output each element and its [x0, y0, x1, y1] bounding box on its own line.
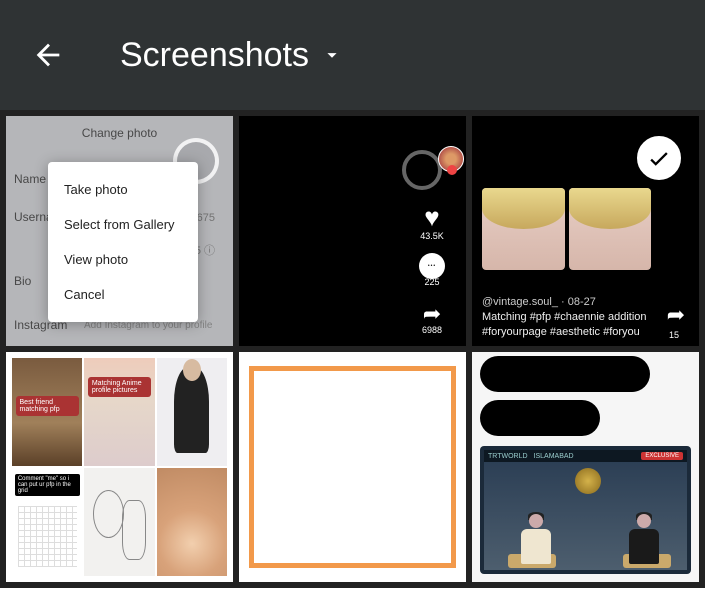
- t2-share-count: 6988: [412, 325, 452, 335]
- chevron-down-icon: [321, 44, 343, 66]
- folder-title: Screenshots: [120, 36, 309, 75]
- t4-cell-4: Comment "me" so i can put ur pfp in the …: [12, 468, 82, 576]
- t4-subgrid: Best friend matching pfp Matching Anime …: [12, 358, 227, 576]
- back-button[interactable]: [24, 31, 72, 79]
- thumbnail-2[interactable]: ♥ 43.5K ••• 225 ➦ 6988: [239, 116, 466, 346]
- thumbnail-3[interactable]: @vintage.soul_ · 08-27 Matching #pfp #ch…: [472, 116, 699, 346]
- person-icon: [521, 514, 551, 564]
- selection-check-icon: [637, 136, 681, 180]
- t1-menu-take-photo: Take photo: [48, 172, 198, 207]
- face-image-icon: [569, 188, 652, 270]
- gallery-screen: Screenshots Change photo Name Userna Bio…: [0, 0, 705, 593]
- t6-broadcast-frame: TRTWORLD ISLAMABAD EXCLUSIVE: [480, 446, 691, 574]
- t3-share-count: 15: [669, 330, 679, 340]
- t4-cell-3: [157, 358, 227, 466]
- thumbnail-4[interactable]: Best friend matching pfp Matching Anime …: [6, 352, 233, 582]
- selection-circle-icon: [402, 150, 442, 190]
- face-image-icon: [482, 188, 565, 270]
- t4-cell-5: [84, 468, 154, 576]
- person-icon: [629, 514, 659, 564]
- check-icon: [646, 145, 672, 171]
- thumbnail-6[interactable]: TRTWORLD ISLAMABAD EXCLUSIVE: [472, 352, 699, 582]
- t1-menu-select-gallery: Select from Gallery: [48, 207, 198, 242]
- redaction-bar-icon: [480, 400, 600, 436]
- t3-caption-line2: #foryourpage #aesthetic #foryou: [482, 326, 640, 338]
- t1-menu-view-photo: View photo: [48, 242, 198, 277]
- t6-stage: [484, 462, 687, 570]
- t6-tag: EXCLUSIVE: [641, 452, 683, 460]
- heart-icon: ♥: [412, 202, 452, 233]
- t6-channel: TRTWORLD: [488, 453, 528, 460]
- t4-cell-1: Best friend matching pfp: [12, 358, 82, 466]
- t4-cell1-banner: Best friend matching pfp: [16, 396, 79, 416]
- avatar-icon: [438, 146, 464, 172]
- t4-cell4-banner: Comment "me" so i can put ur pfp in the …: [15, 474, 80, 496]
- t4-cell-2: Matching Anime profile pictures: [84, 358, 154, 466]
- thumbnail-5[interactable]: [239, 352, 466, 582]
- share-icon: ➦: [667, 302, 685, 328]
- t2-action-column: ♥ 43.5K ••• 225 ➦ 6988: [412, 202, 452, 335]
- t3-caption-line1: Matching #pfp #chaennie addition: [482, 311, 651, 324]
- t1-context-menu: Take photo Select from Gallery View phot…: [48, 162, 198, 322]
- comment-icon: •••: [419, 253, 445, 279]
- t5-orange-frame: [249, 366, 456, 568]
- folder-dropdown[interactable]: Screenshots: [120, 36, 343, 75]
- t3-image-row: [482, 188, 651, 270]
- arrow-left-icon: [31, 38, 65, 72]
- t4-cell2-banner: Matching Anime profile pictures: [88, 377, 151, 397]
- t1-menu-cancel: Cancel: [48, 277, 198, 312]
- thumbnail-1[interactable]: Change photo Name Userna Bio Instagram ,…: [6, 116, 233, 346]
- thumbnail-grid: Change photo Name Userna Bio Instagram ,…: [0, 110, 705, 588]
- t2-like-count: 43.5K: [412, 231, 452, 241]
- t2-comment-count: 225: [412, 277, 452, 287]
- share-icon: ➦: [412, 301, 452, 327]
- t3-user-line: @vintage.soul_ · 08-27: [482, 296, 596, 308]
- t6-location: ISLAMABAD: [534, 453, 574, 460]
- top-bar: Screenshots: [0, 0, 705, 110]
- emblem-icon: [575, 468, 601, 494]
- t4-cell-6: [157, 468, 227, 576]
- redaction-bar-icon: [480, 356, 650, 392]
- t6-broadcast-bar: TRTWORLD ISLAMABAD EXCLUSIVE: [484, 450, 687, 462]
